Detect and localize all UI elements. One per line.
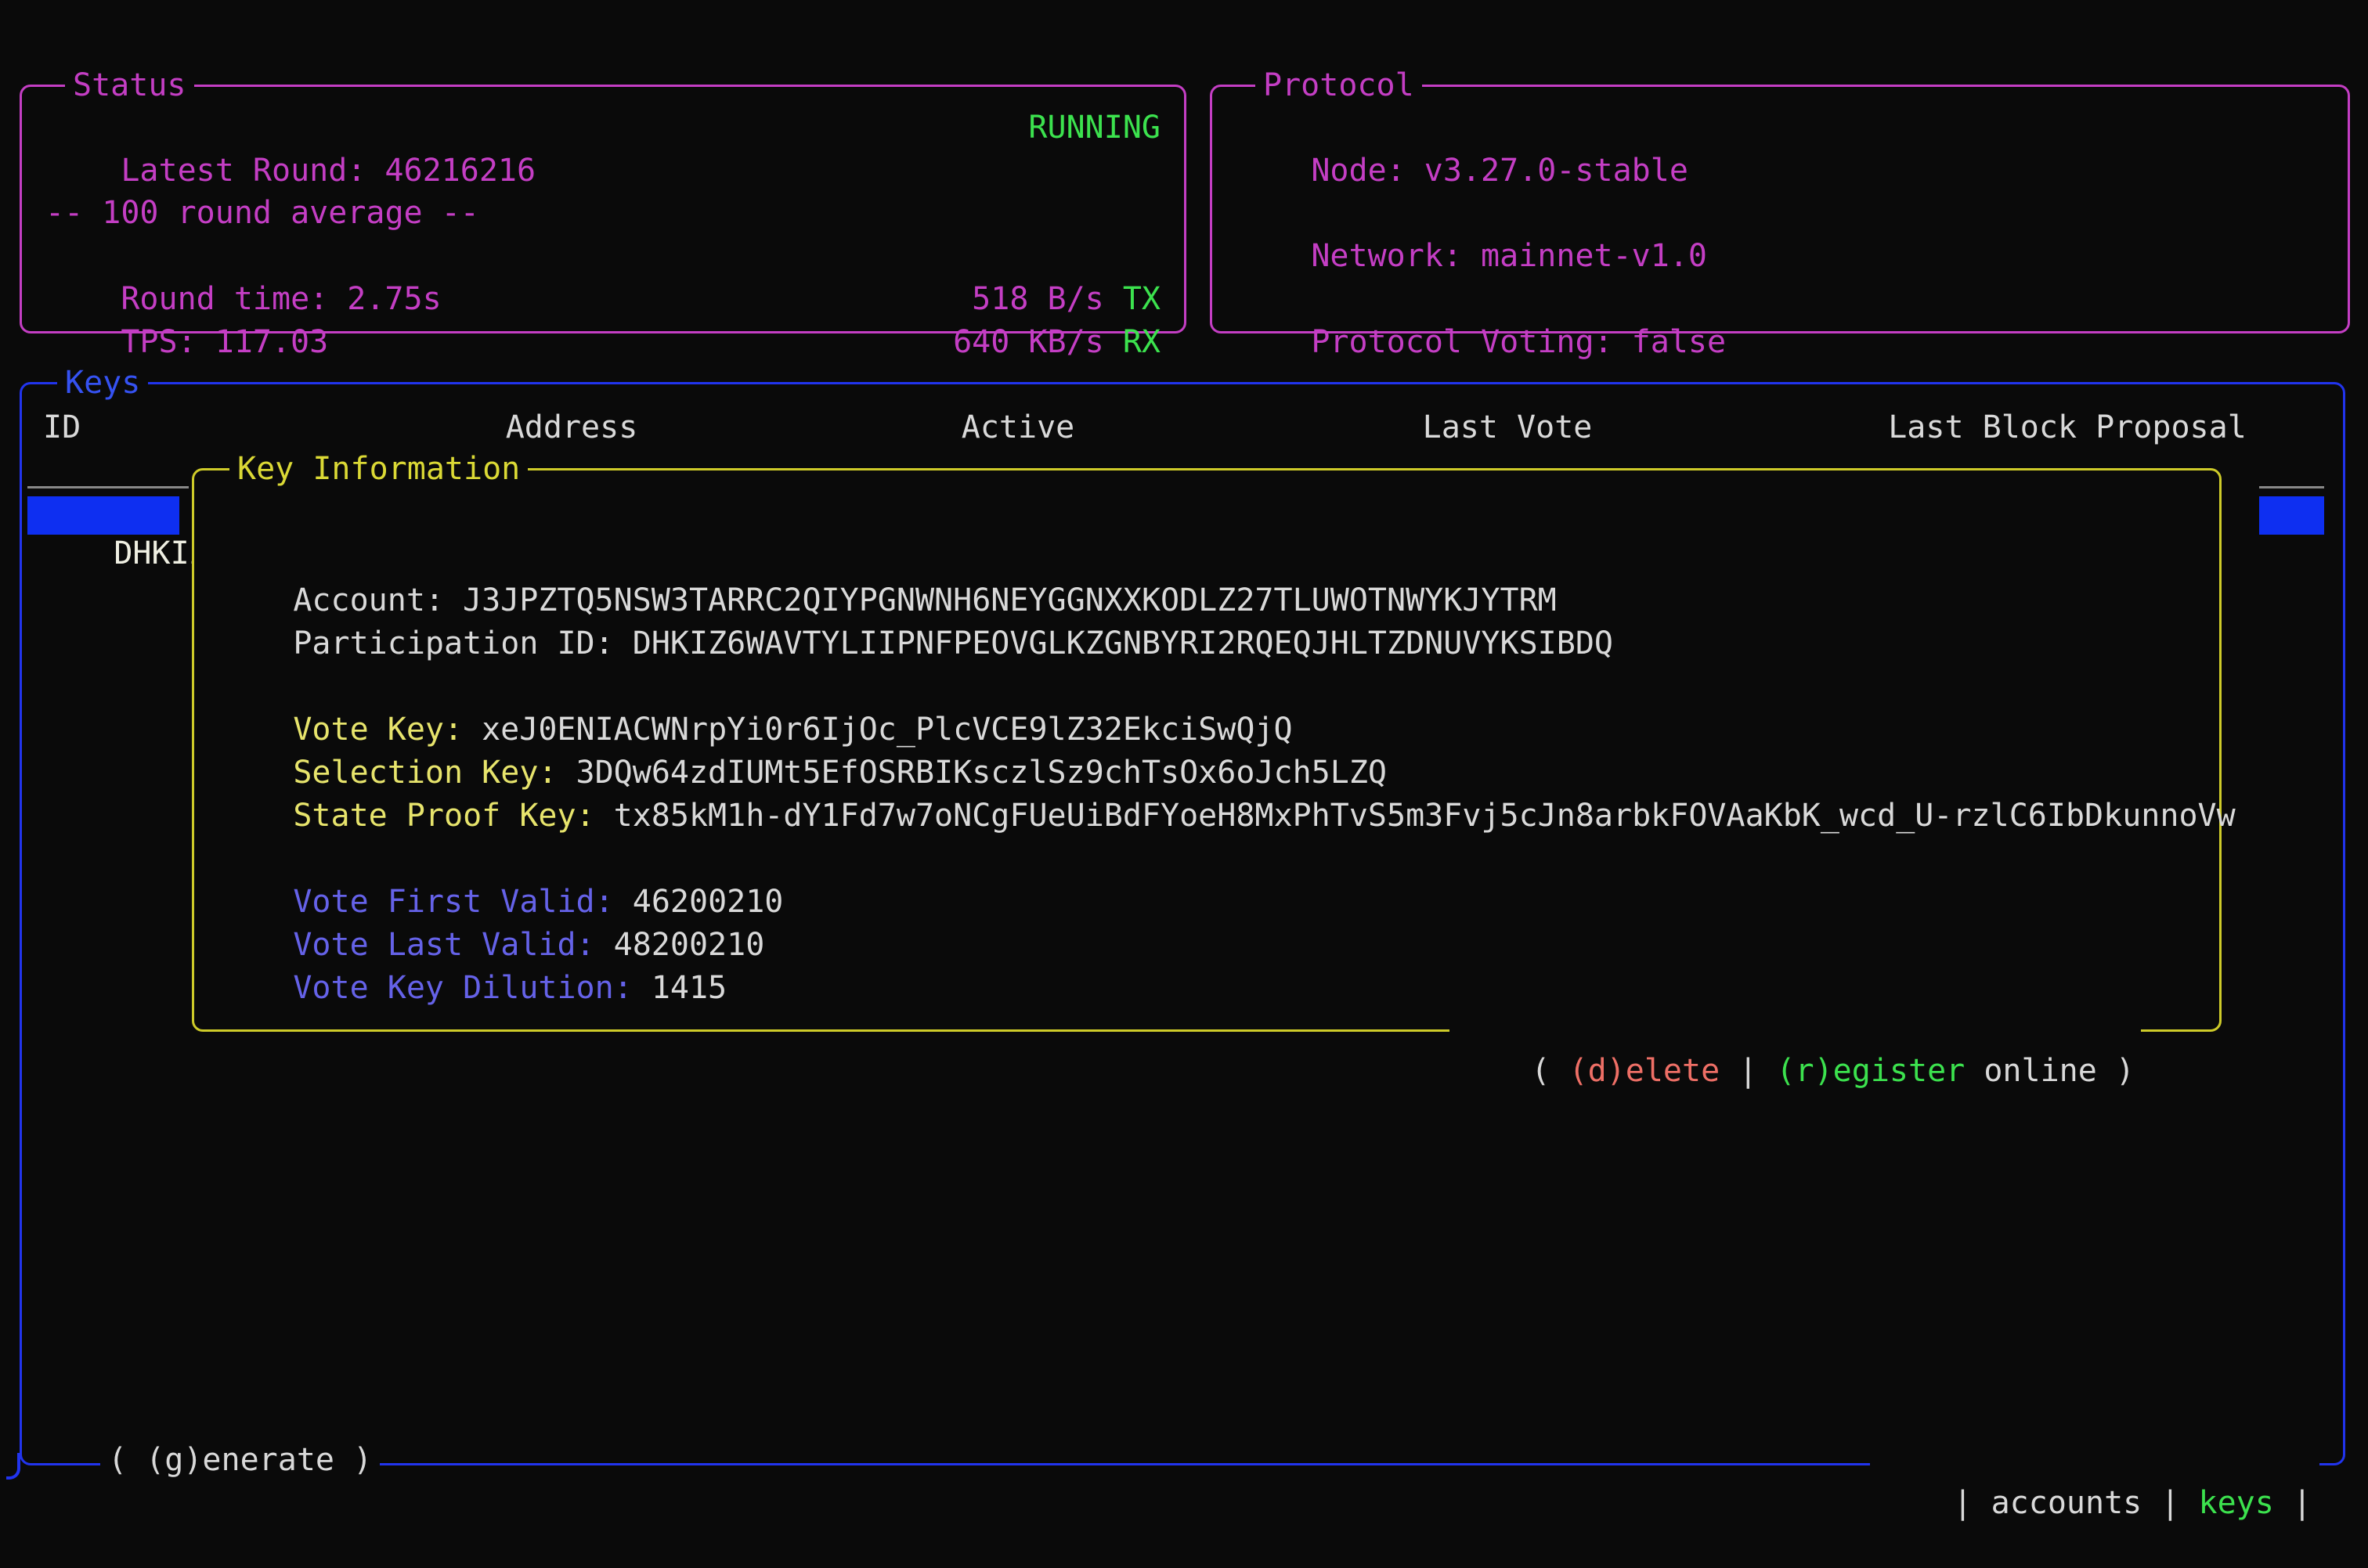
selection-key-line: Selection Key:3DQw64zdIUMt5EfOSRBIKsczlS… xyxy=(218,708,1387,752)
protocol-voting-value: false xyxy=(1632,324,1726,360)
participation-id-value: DHKIZ6WAVTYLIIPNFPEOVGLKZGNBYRI2RQEQJHLT… xyxy=(633,625,1613,661)
selected-key-row-right-segment[interactable] xyxy=(2259,496,2324,535)
column-header-id: ID xyxy=(43,406,81,449)
actions-open-paren: ( xyxy=(1531,1053,1568,1089)
delete-button[interactable]: (d)elete xyxy=(1569,1053,1720,1089)
tx-rate-line: 518 B/s TX xyxy=(897,235,1161,278)
footer-pipe: | xyxy=(2142,1485,2198,1521)
status-panel-title: Status xyxy=(65,64,194,107)
latest-round-line: Latest Round:46216216 xyxy=(45,106,536,150)
generate-button[interactable]: ( (g)enerate ) xyxy=(100,1439,380,1482)
network-line: Network:mainnet-v1.0 xyxy=(1236,192,1707,235)
vote-last-valid-line: Vote Last Valid:48200210 xyxy=(218,881,764,924)
status-panel: Status Latest Round:46216216 RUNNING -- … xyxy=(20,85,1186,333)
tab-keys[interactable]: keys xyxy=(2199,1485,2274,1521)
key-information-title: Key Information xyxy=(229,448,528,491)
column-header-last-vote: Last Vote xyxy=(1423,406,1593,449)
running-status-badge: RUNNING xyxy=(1028,106,1161,150)
round-average-header: -- 100 round average -- xyxy=(45,192,479,235)
protocol-panel: Protocol Node:v3.27.0-stable Network:mai… xyxy=(1210,85,2350,333)
participation-id-line: Participation ID:DHKIZ6WAVTYLIIPNFPEOVGL… xyxy=(218,579,1613,622)
column-header-last-block-proposal: Last Block Proposal xyxy=(1888,406,2247,449)
latest-round-value: 46216216 xyxy=(384,153,536,189)
network-value: mainnet-v1.0 xyxy=(1481,238,1707,274)
register-button[interactable]: (r)egister xyxy=(1776,1053,1965,1089)
vote-key-dilution-label: Vote Key Dilution: xyxy=(293,970,632,1006)
protocol-panel-title: Protocol xyxy=(1255,64,1422,107)
node-version-line: Node:v3.27.0-stable xyxy=(1236,106,1688,150)
header-rule-left xyxy=(27,486,189,488)
key-actions-bar: ( (d)elete | (r)egister online ) xyxy=(1449,1007,2141,1050)
state-proof-key-line: State Proof Key:tx85kM1h-dY1Fd7w7oNCgFUe… xyxy=(218,752,2236,795)
selected-key-row[interactable]: DHKIZ6W xyxy=(27,496,179,535)
column-header-active: Active xyxy=(962,406,1075,449)
rx-rate-line: 640 KB/s RX xyxy=(878,278,1161,321)
footer-tabs: | accounts | keys | xyxy=(1870,1439,2319,1482)
footer-pipe: | xyxy=(2274,1485,2312,1521)
rx-label: RX xyxy=(1123,324,1161,360)
key-information-modal: Key Information Account:J3JPZTQ5NSW3TARR… xyxy=(192,468,2222,1032)
header-rule-right xyxy=(2259,486,2324,488)
tps-line: TPS:117.03 xyxy=(45,278,328,321)
vote-key-dilution-value: 1415 xyxy=(652,970,727,1006)
keys-panel-title: Keys xyxy=(57,362,148,405)
border-corner-artifact xyxy=(6,1453,20,1480)
node-version-label: Node: xyxy=(1311,153,1405,189)
rx-rate-value: 640 KB/s xyxy=(953,324,1104,360)
protocol-voting-line: Protocol Voting:false xyxy=(1236,278,1726,321)
tps-label: TPS: xyxy=(121,324,196,360)
latest-round-label: Latest Round: xyxy=(121,153,366,189)
tps-value: 117.03 xyxy=(215,324,329,360)
node-version-value: v3.27.0-stable xyxy=(1424,153,1688,189)
protocol-voting-label: Protocol Voting: xyxy=(1311,324,1612,360)
footer-pipe: | xyxy=(1953,1485,1991,1521)
vote-first-valid-line: Vote First Valid:46200210 xyxy=(218,838,783,881)
register-online-suffix: online xyxy=(1965,1053,2097,1089)
participation-id-label: Participation ID: xyxy=(293,625,613,661)
actions-separator: | xyxy=(1720,1053,1776,1089)
vote-key-line: Vote Key:xeJ0ENIACWNrpYi0r6IjOc_PlcVCE9l… xyxy=(218,665,1293,708)
account-line: Account:J3JPZTQ5NSW3TARRC2QIYPGNWNH6NEYG… xyxy=(218,536,1557,579)
tab-accounts[interactable]: accounts xyxy=(1991,1485,2142,1521)
round-time-value: 2.75s xyxy=(347,281,441,317)
state-proof-key-value: tx85kM1h-dY1Fd7w7oNCgFUeUiBdFYoeH8MxPhTv… xyxy=(614,798,2236,834)
actions-close-paren: ) xyxy=(2097,1053,2135,1089)
vote-key-dilution-line: Vote Key Dilution:1415 xyxy=(218,924,727,967)
state-proof-key-label: State Proof Key: xyxy=(293,798,594,834)
network-label: Network: xyxy=(1311,238,1462,274)
round-time-line: Round time:2.75s xyxy=(45,235,442,278)
column-header-address: Address xyxy=(506,406,638,449)
